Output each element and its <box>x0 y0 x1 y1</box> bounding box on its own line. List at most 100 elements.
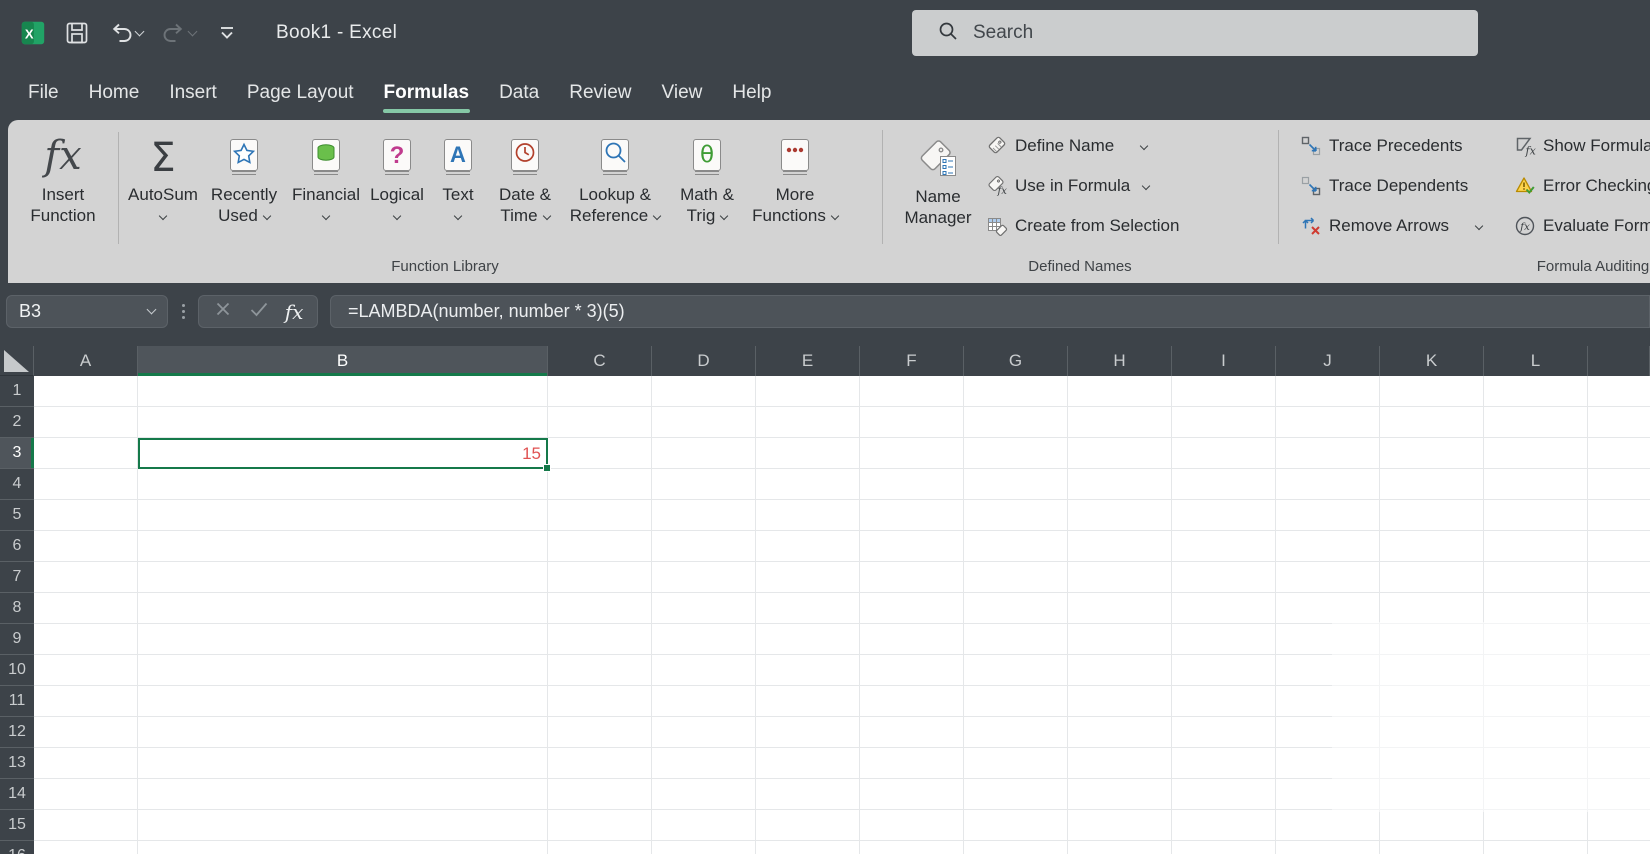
select-all-button[interactable] <box>0 346 34 376</box>
column-header-H[interactable]: H <box>1068 346 1172 376</box>
column-header-A[interactable]: A <box>34 346 138 376</box>
ribbon-button-evaluate-formula[interactable]: fxEvaluate Formula <box>1514 212 1650 240</box>
column-header-G[interactable]: G <box>964 346 1068 376</box>
row-header-10[interactable]: 10 <box>0 655 34 686</box>
row-number: 3 <box>13 444 22 462</box>
dropdown-chevron-icon <box>542 212 550 220</box>
worksheet-grid[interactable]: 15 <box>34 376 1650 854</box>
column-header-partial[interactable] <box>1588 346 1650 376</box>
column-header-F[interactable]: F <box>860 346 964 376</box>
fill-handle[interactable] <box>543 464 551 472</box>
row-header-2[interactable]: 2 <box>0 407 34 438</box>
formula-input[interactable]: =LAMBDA(number, number * 3)(5) <box>330 295 1650 328</box>
row-number: 14 <box>8 785 26 803</box>
enter-icon[interactable] <box>248 299 270 324</box>
name-box[interactable]: B3 <box>6 295 168 328</box>
customize-quick-access-icon[interactable] <box>210 16 244 50</box>
ribbon-button-error-checking[interactable]: Error Checking <box>1514 172 1650 200</box>
row-header-14[interactable]: 14 <box>0 779 34 810</box>
group-label-formula-auditing: Formula Auditing <box>1278 258 1650 275</box>
grid-row-line <box>34 500 1650 531</box>
column-letter: B <box>337 351 348 371</box>
insert-function-icon[interactable]: fx <box>285 300 304 324</box>
tab-formulas[interactable]: Formulas <box>369 66 485 120</box>
ribbon-button-trace-dependents[interactable]: Trace Dependents <box>1300 172 1482 200</box>
dropdown-chevron-icon <box>1142 182 1150 190</box>
row-header-8[interactable]: 8 <box>0 593 34 624</box>
ribbon-button-label: Trace Dependents <box>1329 176 1468 196</box>
tab-view[interactable]: View <box>647 66 718 120</box>
ribbon-button-use-in-formula[interactable]: fxUse in Formula <box>986 172 1179 200</box>
label-line: Logical <box>370 185 424 204</box>
column-header-K[interactable]: K <box>1380 346 1484 376</box>
ribbon-button-label: Define Name <box>1015 136 1114 156</box>
group-divider <box>882 130 883 244</box>
row-header-7[interactable]: 7 <box>0 562 34 593</box>
row-header-11[interactable]: 11 <box>0 686 34 717</box>
undo-icon[interactable] <box>104 16 138 50</box>
ribbon-tab-bar: FileHomeInsertPage LayoutFormulasDataRev… <box>0 66 1650 120</box>
column-header-C[interactable]: C <box>548 346 652 376</box>
column-header-B[interactable]: B <box>138 346 548 376</box>
row-header-15[interactable]: 15 <box>0 810 34 841</box>
tab-review[interactable]: Review <box>554 66 646 120</box>
ribbon-button-logical[interactable]: ?Logical <box>365 126 429 266</box>
excel-logo-icon[interactable]: X <box>16 16 50 50</box>
row-number: 8 <box>13 599 22 617</box>
row-header-16[interactable]: 16 <box>0 841 34 854</box>
ribbon-button-show-formulas[interactable]: fxShow Formulas <box>1514 132 1650 160</box>
ribbon-button-date-time[interactable]: Date &Time <box>487 126 563 266</box>
row-header-3[interactable]: 3 <box>0 438 34 469</box>
ribbon-button-create-from-selection[interactable]: Create from Selection <box>986 212 1179 240</box>
row-header-6[interactable]: 6 <box>0 531 34 562</box>
ribbon-button-remove-arrows[interactable]: Remove Arrows <box>1300 212 1482 240</box>
tab-page-layout[interactable]: Page Layout <box>232 66 369 120</box>
ribbon-button-math-trig[interactable]: θMath &Trig <box>667 126 747 266</box>
tab-file[interactable]: File <box>13 66 74 120</box>
ribbon: fxInsertFunctionΣAutoSumRecentlyUsedFina… <box>8 120 1650 283</box>
column-header-J[interactable]: J <box>1276 346 1380 376</box>
column-header-E[interactable]: E <box>756 346 860 376</box>
row-header-5[interactable]: 5 <box>0 500 34 531</box>
save-icon[interactable] <box>60 16 94 50</box>
name-box-value: B3 <box>19 301 148 322</box>
workbook-title: Book1 - Excel <box>276 22 397 44</box>
ribbon-button-label: InsertFunction <box>30 184 95 226</box>
select-all-icon <box>4 350 29 372</box>
ribbon-button-autosum[interactable]: ΣAutoSum <box>125 126 201 266</box>
ribbon-button-label: Financial <box>292 184 360 226</box>
row-header-4[interactable]: 4 <box>0 469 34 500</box>
ribbon-button-more-functions[interactable]: MoreFunctions <box>747 126 843 266</box>
ribbon-button-insert-function[interactable]: fxInsertFunction <box>14 126 112 266</box>
ribbon-button-label: Logical <box>370 184 424 226</box>
column-letter: L <box>1531 351 1540 371</box>
column-header-L[interactable]: L <box>1484 346 1588 376</box>
column-letter: C <box>593 351 605 371</box>
formula-bar-buttons: fx <box>198 295 318 328</box>
ribbon-button-name-manager[interactable]: NameManager <box>898 128 978 268</box>
ribbon-button-recently-used[interactable]: RecentlyUsed <box>201 126 287 266</box>
row-header-1[interactable]: 1 <box>0 376 34 407</box>
ribbon-button-text[interactable]: AText <box>429 126 487 266</box>
column-header-D[interactable]: D <box>652 346 756 376</box>
tab-help[interactable]: Help <box>717 66 786 120</box>
row-header-9[interactable]: 9 <box>0 624 34 655</box>
label-line: Trig <box>687 206 716 225</box>
grid-row-line <box>34 531 1650 562</box>
tab-home[interactable]: Home <box>74 66 155 120</box>
ribbon-button-trace-precedents[interactable]: Trace Precedents <box>1300 132 1482 160</box>
name-box-dropdown-icon[interactable] <box>147 305 157 315</box>
column-header-I[interactable]: I <box>1172 346 1276 376</box>
tab-insert[interactable]: Insert <box>154 66 232 120</box>
tab-data[interactable]: Data <box>484 66 554 120</box>
ribbon-button-define-name[interactable]: Define Name <box>986 132 1179 160</box>
cancel-icon[interactable] <box>213 299 233 324</box>
redo-icon[interactable] <box>157 16 191 50</box>
row-header-12[interactable]: 12 <box>0 717 34 748</box>
ribbon-button-label: Evaluate Formula <box>1543 216 1650 236</box>
ribbon-button-financial[interactable]: Financial <box>287 126 365 266</box>
selected-cell-B3[interactable]: 15 <box>138 438 548 469</box>
ribbon-button-lookup-reference[interactable]: Lookup &Reference <box>563 126 667 266</box>
search-input[interactable]: Search <box>912 10 1478 56</box>
row-header-13[interactable]: 13 <box>0 748 34 779</box>
